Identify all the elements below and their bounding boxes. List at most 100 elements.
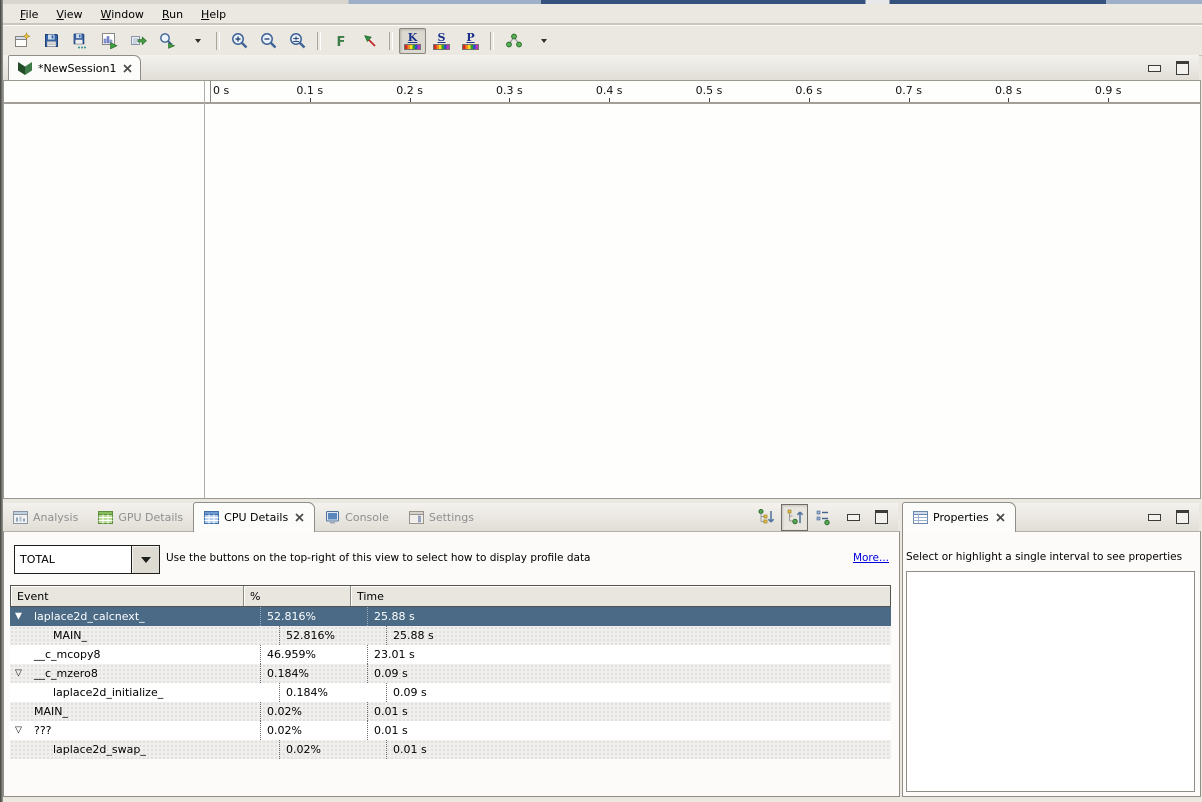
ruler-tick-label: 0.4 s	[596, 84, 623, 97]
properties-tab-icon	[913, 511, 928, 524]
maximize-view-button[interactable]	[1176, 510, 1189, 524]
timeline-editor[interactable]: 0 s0.1 s0.2 s0.3 s0.4 s0.5 s0.6 s0.7 s0.…	[3, 80, 1201, 499]
toolbar-separator	[216, 32, 220, 50]
combobox-value[interactable]: TOTAL	[14, 545, 131, 574]
menu-view[interactable]: View	[47, 6, 91, 23]
ruler-tick-label: 0.7 s	[895, 84, 922, 97]
time-cell: 0.01 s	[367, 702, 891, 721]
maximize-view-button[interactable]	[875, 510, 888, 524]
table-row[interactable]: ▽???0.02%0.01 s	[10, 721, 891, 740]
combobox-dropdown-button[interactable]	[131, 545, 160, 574]
chevron-down-icon	[141, 557, 151, 563]
cpu-view-toolbar	[752, 504, 847, 531]
ruler-tick-label: 0.9 s	[1095, 84, 1122, 97]
maximize-view-button[interactable]	[1176, 61, 1189, 75]
time-cell: 25.88 s	[386, 626, 891, 645]
column-header-percent[interactable]: %	[243, 586, 350, 606]
close-icon[interactable]	[996, 513, 1005, 522]
close-icon[interactable]	[123, 64, 132, 73]
save-icon	[43, 32, 60, 49]
minimize-view-button[interactable]	[847, 514, 860, 521]
tab-gpu-details[interactable]: GPU Details	[88, 503, 193, 531]
menu-file[interactable]: File	[11, 6, 47, 23]
flat-view-button[interactable]	[810, 504, 837, 531]
percent-cell: 0.02%	[279, 740, 386, 759]
callees-view-button[interactable]	[781, 504, 808, 531]
toolbar-separator	[317, 32, 321, 50]
color-by-process-icon: P	[462, 32, 479, 50]
column-header-time[interactable]: Time	[350, 586, 890, 606]
tree-expander-icon[interactable]: ▽	[15, 726, 22, 735]
percent-cell: 0.02%	[260, 702, 367, 721]
cpu-details-view: TOTAL Use the buttons on the top-right o…	[3, 531, 900, 797]
topology-dropdown[interactable]	[529, 28, 556, 54]
properties-hint: Select or highlight a single interval to…	[906, 551, 1182, 563]
zoom-in-button[interactable]	[226, 28, 253, 54]
table-row[interactable]: laplace2d_swap_0.02%0.01 s	[10, 740, 891, 759]
profile-application-icon	[101, 32, 118, 49]
goto-marker-button[interactable]	[356, 28, 383, 54]
zoom-search-dropdown[interactable]	[183, 28, 210, 54]
menu-run[interactable]: Run	[153, 6, 192, 23]
new-session-button[interactable]	[9, 28, 36, 54]
save-all-button[interactable]	[67, 28, 94, 54]
session-tab-icon	[17, 61, 33, 76]
timeline-name-column-divider[interactable]	[204, 81, 205, 498]
tree-expander-icon[interactable]: ▽	[15, 669, 22, 678]
save-button[interactable]	[38, 28, 65, 54]
zoom-reset-button[interactable]: ±	[284, 28, 311, 54]
table-row[interactable]: MAIN_52.816%25.88 s	[10, 626, 891, 645]
table-row[interactable]: laplace2d_initialize_0.184%0.09 s	[10, 683, 891, 702]
menu-window[interactable]: Window	[92, 6, 153, 23]
minimize-view-button[interactable]	[1148, 65, 1161, 72]
close-icon[interactable]	[295, 513, 304, 522]
table-row[interactable]: ▼laplace2d_calcnext_52.816%25.88 s	[10, 607, 891, 626]
tree-expander-icon[interactable]: ▼	[15, 612, 22, 621]
menu-help[interactable]: Help	[192, 6, 235, 23]
save-all-icon	[72, 32, 89, 49]
event-set-combobox[interactable]: TOTAL	[14, 545, 160, 574]
callers-view-button[interactable]	[752, 504, 779, 531]
color-by-process-button[interactable]: P	[457, 28, 484, 54]
cpu-events-table: Event % Time ▼laplace2d_calcnext_52.816%…	[10, 585, 891, 759]
timeline-ruler[interactable]: 0 s0.1 s0.2 s0.3 s0.4 s0.5 s0.6 s0.7 s0.…	[4, 81, 1200, 104]
new-session-icon	[14, 32, 31, 49]
event-cell: MAIN_	[10, 702, 260, 721]
table-row[interactable]: __c_mcopy846.959%23.01 s	[10, 645, 891, 664]
time-cell: 0.01 s	[386, 740, 891, 759]
color-by-stream-icon: S	[433, 32, 450, 50]
tab-analysis[interactable]: Analysis	[3, 503, 88, 531]
event-cell: laplace2d_initialize_	[10, 683, 279, 702]
topology-button[interactable]	[500, 28, 527, 54]
ruler-tick-label: 0.1 s	[296, 84, 323, 97]
gpu-details-tab-icon	[98, 511, 113, 524]
ruler-tick-label: 0.5 s	[696, 84, 723, 97]
callees-view-icon	[786, 508, 804, 526]
tab-properties[interactable]: Properties	[902, 502, 1016, 532]
tab-cpu-details[interactable]: CPU Details	[193, 502, 315, 532]
minimize-view-button[interactable]	[1148, 514, 1161, 521]
table-row[interactable]: ▽__c_mzero80.184%0.09 s	[10, 664, 891, 683]
tab-console[interactable]: Console	[315, 503, 399, 531]
properties-empty-box	[906, 571, 1195, 792]
color-by-kernel-button[interactable]: K	[399, 28, 426, 54]
zoom-search-button[interactable]	[154, 28, 181, 54]
color-by-stream-button[interactable]: S	[428, 28, 455, 54]
table-row[interactable]: MAIN_0.02%0.01 s	[10, 702, 891, 721]
more-link[interactable]: More...	[853, 552, 889, 564]
tab-new-session[interactable]: *NewSession1	[8, 55, 141, 81]
ruler-tick-label: 0 s	[213, 84, 229, 97]
marker-flag-button[interactable]: F	[327, 28, 354, 54]
column-header-event[interactable]: Event	[11, 586, 243, 606]
tab-settings[interactable]: Settings	[399, 503, 484, 531]
event-cell: ▽__c_mzero8	[10, 664, 260, 683]
percent-cell: 46.959%	[260, 645, 367, 664]
percent-cell: 52.816%	[260, 607, 367, 626]
export-results-button[interactable]	[125, 28, 152, 54]
chevron-down-icon	[541, 39, 547, 43]
time-cell: 0.09 s	[386, 683, 891, 702]
profile-application-button[interactable]	[96, 28, 123, 54]
zoom-out-button[interactable]	[255, 28, 282, 54]
percent-cell: 52.816%	[279, 626, 386, 645]
properties-view: Select or highlight a single interval to…	[902, 531, 1201, 797]
